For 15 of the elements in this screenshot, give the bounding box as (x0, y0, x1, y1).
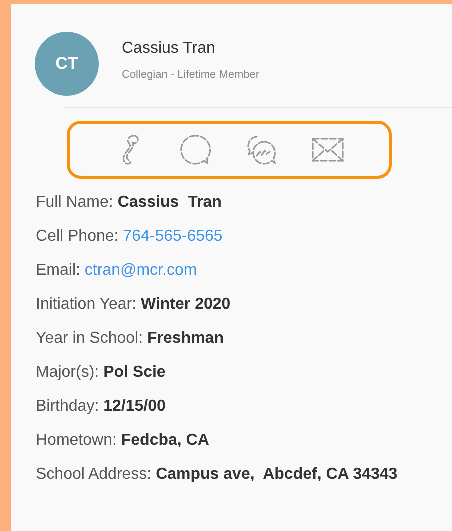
field-label: Cell Phone: (36, 228, 119, 245)
field-row-text: Initiation Year: Winter 2020 (36, 295, 232, 315)
field-row-text: Year in School: Freshman (36, 329, 225, 349)
chat-icon[interactable] (178, 132, 214, 168)
member-status: Collegian - Lifetime Member (122, 68, 260, 80)
field-row-text: Birthday: 12/15/00 (36, 397, 167, 417)
field-row-text: Hometown: Fedcba, CA (36, 431, 210, 451)
field-label: Email: (36, 262, 80, 279)
member-name: Cassius Tran (122, 40, 216, 58)
field-row-text: School Address: Campus ave, Abcdef, CA 34343 (36, 465, 399, 485)
contact-link[interactable]: 764-565-6565 (123, 228, 223, 245)
contact-link[interactable]: ctran@mcr.com (84, 262, 198, 279)
field-row-text: Full Name: Cassius Tran (36, 193, 223, 213)
avatar: CT (35, 32, 99, 96)
field-row-text: Major(s): Pol Scie (36, 363, 167, 383)
